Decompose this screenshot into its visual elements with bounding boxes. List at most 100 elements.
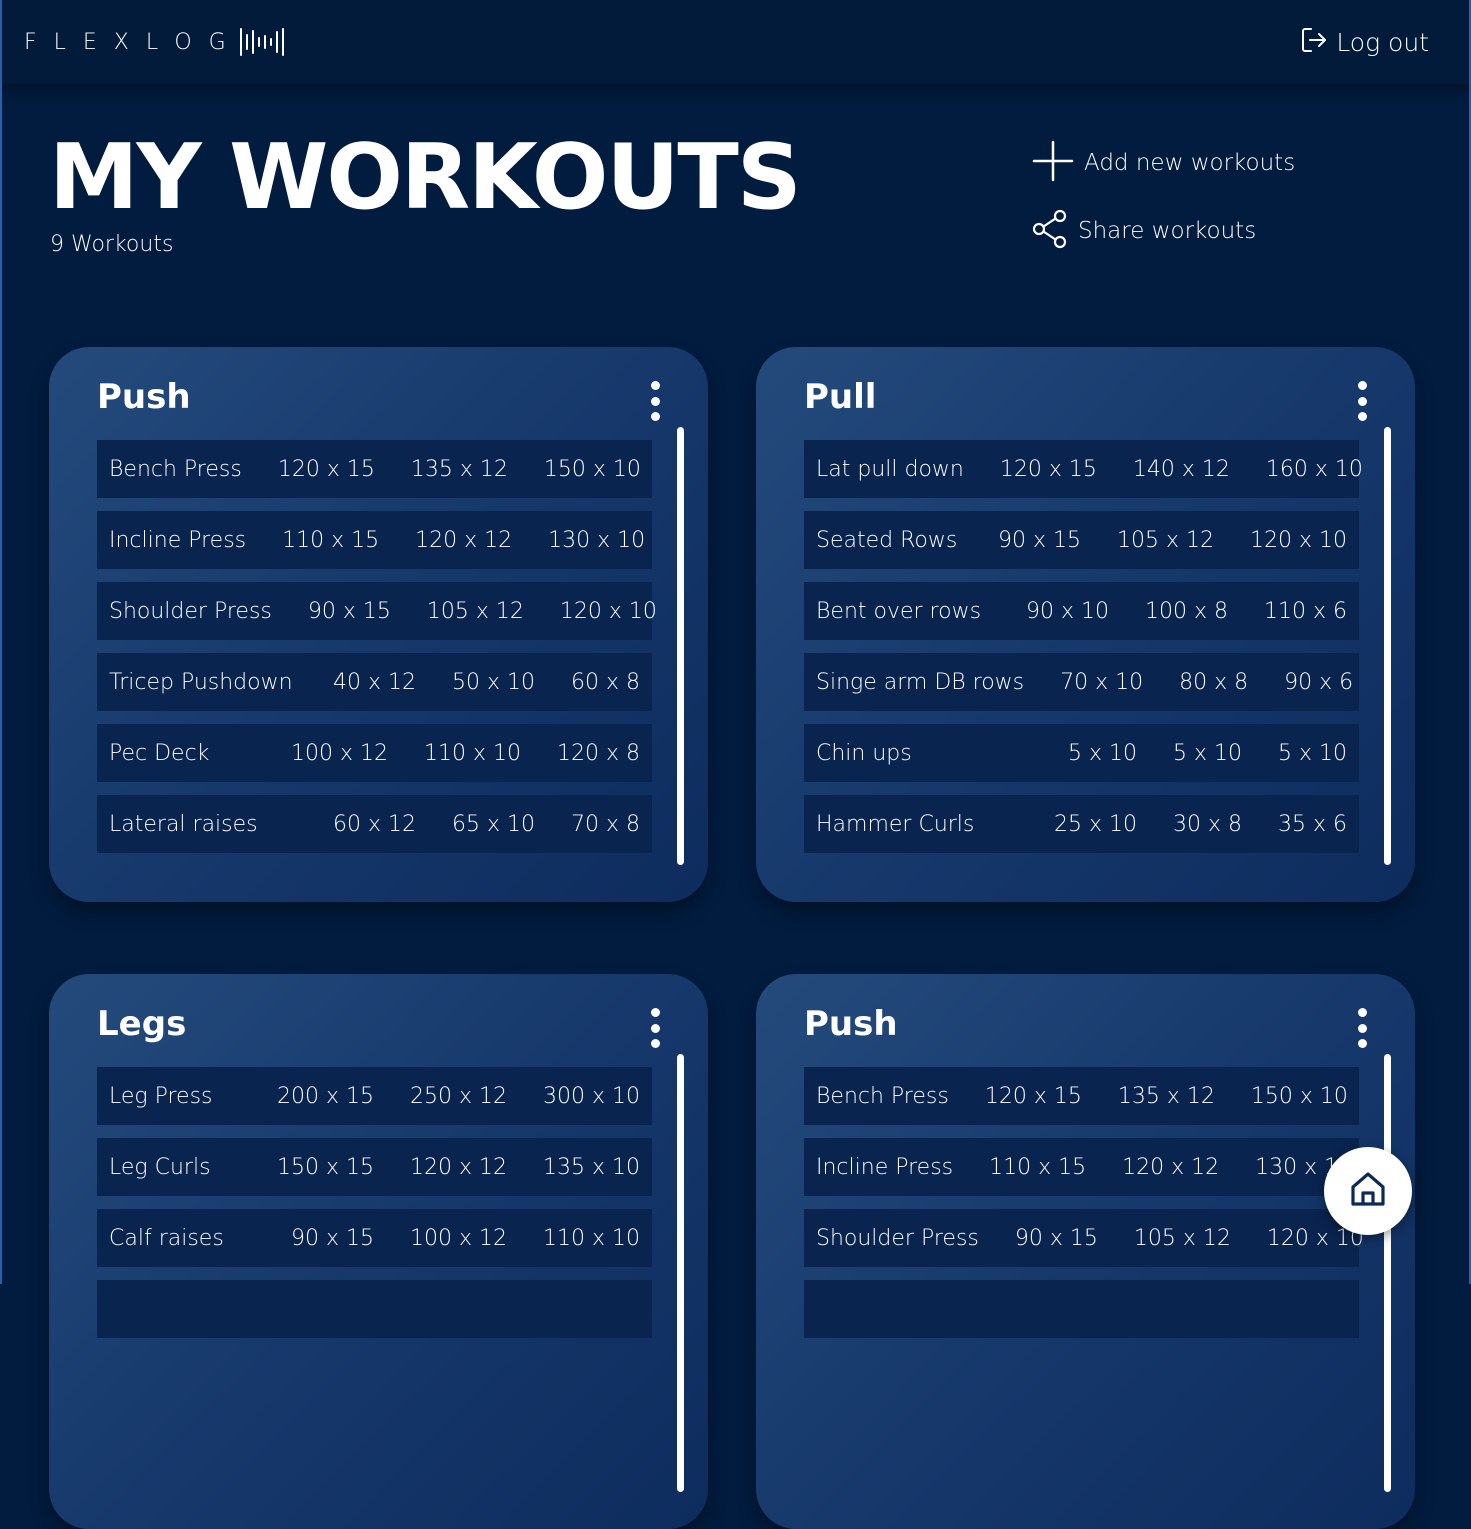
kebab-menu-icon[interactable]	[646, 1008, 664, 1048]
exercise-row[interactable]: Incline Press 110 x 15 120 x 12 130 x 10	[804, 1138, 1359, 1196]
exercise-row[interactable]	[97, 1280, 652, 1338]
logout-label: Log out	[1336, 27, 1429, 57]
exercise-list: Leg Press 200 x 15 250 x 12 300 x 10 Leg…	[97, 1067, 652, 1351]
workout-card[interactable]: Pull Lat pull down 120 x 15 140 x 12 160…	[756, 347, 1415, 902]
set-value: 150 x 10	[1250, 1083, 1348, 1109]
set-value: 135 x 12	[410, 456, 508, 482]
exercise-row[interactable]: Seated Rows 90 x 15 105 x 12 120 x 10	[804, 511, 1359, 569]
exercise-row[interactable]: Lat pull down 120 x 15 140 x 12 160 x 10	[804, 440, 1363, 498]
set-value: 135 x 12	[1117, 1083, 1215, 1109]
scrollbar[interactable]	[1384, 427, 1391, 865]
share-workouts-button[interactable]: Share workouts	[1032, 208, 1295, 254]
set-value: 150 x 15	[277, 1154, 374, 1180]
kebab-menu-icon[interactable]	[1353, 381, 1371, 421]
set-value: 5 x 10	[1068, 740, 1137, 766]
set-value: 120 x 12	[410, 1154, 507, 1180]
exercise-list: Bench Press 120 x 15 135 x 12 150 x 10 I…	[804, 1067, 1364, 1351]
set-value: 60 x 8	[571, 669, 640, 695]
home-icon	[1348, 1169, 1388, 1213]
set-value: 250 x 12	[410, 1083, 507, 1109]
exercise-row[interactable]: Leg Curls 150 x 15 120 x 12 135 x 10	[97, 1138, 652, 1196]
set-value: 120 x 12	[415, 527, 513, 553]
exercise-row[interactable]: Leg Press 200 x 15 250 x 12 300 x 10	[97, 1067, 652, 1125]
exercise-row[interactable]: Pec Deck 100 x 12 110 x 10 120 x 8	[97, 724, 652, 782]
set-value: 60 x 12	[333, 811, 416, 837]
scrollbar[interactable]	[677, 427, 684, 865]
set-value: 50 x 10	[452, 669, 535, 695]
exercise-row[interactable]: Tricep Pushdown 40 x 12 50 x 10 60 x 8	[97, 653, 652, 711]
plus-icon	[1032, 140, 1074, 186]
workout-actions: Add new workouts Share workouts	[1032, 140, 1295, 276]
workout-card[interactable]: Legs Leg Press 200 x 15 250 x 12 300 x 1…	[49, 974, 708, 1529]
set-value: 80 x 8	[1179, 669, 1249, 695]
set-value: 120 x 12	[1122, 1154, 1220, 1180]
add-new-workouts-label: Add new workouts	[1084, 150, 1296, 176]
scrollbar[interactable]	[1384, 1054, 1391, 1492]
exercise-name: Lateral raises	[109, 811, 258, 837]
workout-title: Push	[804, 1004, 898, 1044]
set-value: 200 x 15	[277, 1083, 374, 1109]
set-value: 90 x 6	[1284, 669, 1354, 695]
exercise-row[interactable]: Incline Press 110 x 15 120 x 12 130 x 10	[97, 511, 652, 569]
set-value: 110 x 15	[989, 1154, 1087, 1180]
exercise-name: Leg Curls	[109, 1154, 211, 1180]
set-value: 5 x 10	[1173, 740, 1242, 766]
exercise-row[interactable]: Shoulder Press 90 x 15 105 x 12 120 x 10	[804, 1209, 1364, 1267]
exercise-name: Bench Press	[816, 1083, 949, 1109]
exercise-row[interactable]: Bench Press 120 x 15 135 x 12 150 x 10	[804, 1067, 1359, 1125]
set-value: 105 x 12	[1133, 1225, 1231, 1251]
kebab-menu-icon[interactable]	[646, 381, 664, 421]
exercise-name: Incline Press	[816, 1154, 954, 1180]
set-value: 70 x 8	[571, 811, 640, 837]
workout-title: Push	[97, 377, 191, 417]
set-value: 90 x 15	[1014, 1225, 1098, 1251]
set-value: 100 x 8	[1145, 598, 1228, 624]
exercise-name: Incline Press	[109, 527, 247, 553]
exercise-row[interactable]: Singe arm DB rows 70 x 10 80 x 8 90 x 6	[804, 653, 1359, 711]
set-value: 25 x 10	[1054, 811, 1137, 837]
exercise-row[interactable]: Bent over rows 90 x 10 100 x 8 110 x 6	[804, 582, 1359, 640]
exercise-name: Hammer Curls	[816, 811, 975, 837]
set-value: 105 x 12	[426, 598, 524, 624]
workout-count: 9 Workouts	[50, 232, 174, 257]
set-value: 130 x 10	[548, 527, 646, 553]
share-workouts-label: Share workouts	[1078, 218, 1257, 244]
logout-button[interactable]: Log out	[1300, 24, 1429, 60]
exercise-row[interactable]: Shoulder Press 90 x 15 105 x 12 120 x 10	[97, 582, 657, 640]
sound-wave-icon	[239, 27, 287, 57]
scrollbar[interactable]	[677, 1054, 684, 1492]
set-value: 140 x 12	[1132, 456, 1230, 482]
home-button[interactable]	[1324, 1147, 1412, 1235]
set-value: 105 x 12	[1117, 527, 1214, 553]
add-new-workouts-button[interactable]: Add new workouts	[1032, 140, 1295, 186]
set-value: 120 x 15	[277, 456, 375, 482]
exercise-name: Seated Rows	[816, 527, 958, 553]
flexlog-logo[interactable]: FLEXLOG	[24, 26, 287, 58]
kebab-menu-icon[interactable]	[1353, 1008, 1371, 1048]
set-value: 120 x 10	[559, 598, 657, 624]
set-value: 135 x 10	[543, 1154, 640, 1180]
set-value: 160 x 10	[1265, 456, 1363, 482]
workout-card[interactable]: Push Bench Press 120 x 15 135 x 12 150 x…	[49, 347, 708, 902]
exercise-name: Singe arm DB rows	[816, 669, 1025, 695]
set-value: 110 x 15	[282, 527, 380, 553]
exercise-row[interactable]: Chin ups 5 x 10 5 x 10 5 x 10	[804, 724, 1359, 782]
exercise-row[interactable]: Bench Press 120 x 15 135 x 12 150 x 10	[97, 440, 652, 498]
set-value: 100 x 12	[291, 740, 388, 766]
workout-title: Legs	[97, 1004, 187, 1044]
exercise-row[interactable]: Hammer Curls 25 x 10 30 x 8 35 x 6	[804, 795, 1359, 853]
top-navigation-bar: FLEXLOG Log out	[0, 0, 1471, 84]
set-value: 40 x 12	[333, 669, 416, 695]
exercise-list: Lat pull down 120 x 15 140 x 12 160 x 10…	[804, 440, 1363, 866]
set-value: 35 x 6	[1278, 811, 1347, 837]
exercise-name: Bench Press	[109, 456, 242, 482]
exercise-row[interactable]	[804, 1280, 1359, 1338]
set-value: 90 x 15	[307, 598, 391, 624]
workout-card[interactable]: Push Bench Press 120 x 15 135 x 12 150 x…	[756, 974, 1415, 1529]
exercise-row[interactable]: Calf raises 90 x 15 100 x 12 110 x 10	[97, 1209, 652, 1267]
exercise-list: Bench Press 120 x 15 135 x 12 150 x 10 I…	[97, 440, 657, 866]
exercise-row[interactable]: Lateral raises 60 x 12 65 x 10 70 x 8	[97, 795, 652, 853]
logo-text: FLEXLOG	[24, 29, 243, 55]
set-value: 120 x 15	[999, 456, 1097, 482]
exercise-name: Lat pull down	[816, 456, 964, 482]
